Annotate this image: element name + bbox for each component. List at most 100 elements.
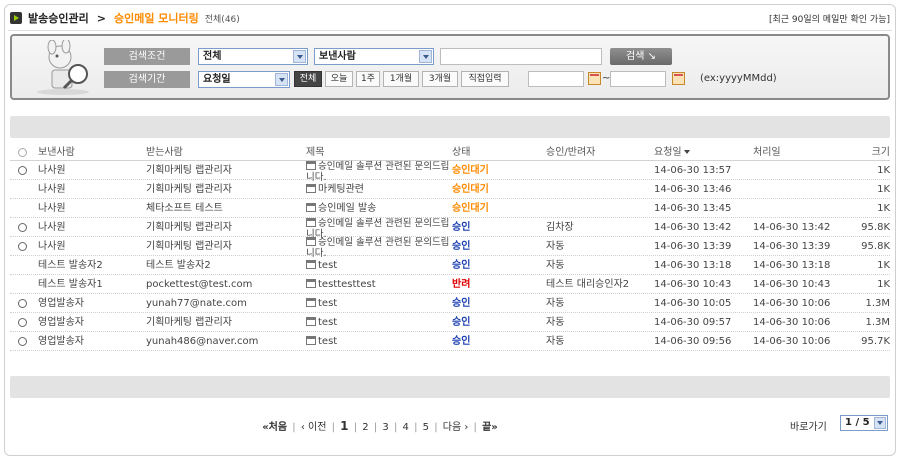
cell-size: 1K	[877, 279, 890, 290]
subject-link[interactable]: test	[318, 260, 337, 271]
subject-link[interactable]: test	[318, 336, 337, 347]
cell-processed: 14-06-30 13:42	[753, 222, 831, 233]
calendar-icon[interactable]	[672, 72, 685, 85]
total-count: 전체(46)	[204, 14, 240, 25]
period-button-1week[interactable]: 1주	[356, 71, 380, 87]
cell-processed: 14-06-30 10:06	[753, 336, 831, 347]
cell-approver	[546, 199, 656, 218]
period-button-custom[interactable]: 직접입력	[461, 71, 509, 87]
subject-link[interactable]: test	[318, 298, 337, 309]
cell-status: 승인	[452, 260, 471, 271]
cell-processed: 14-06-30 10:06	[753, 298, 831, 309]
calendar-icon[interactable]	[588, 72, 601, 85]
col-approver[interactable]: 승인/반려자	[546, 143, 656, 162]
period-button-today[interactable]: 오늘	[325, 71, 353, 87]
cell-requested: 14-06-30 13:45	[654, 203, 732, 214]
mail-doc-icon	[306, 218, 316, 227]
cell-size: 1K	[877, 184, 890, 195]
table-row[interactable]: 나사원 체타소프트 테스트 승인메일 발송 승인대기 14-06-30 13:45 1K	[10, 199, 890, 218]
cell-subject[interactable]: 승인메일 솔루션 관련된 문의드립니다.	[306, 218, 456, 240]
cell-subject[interactable]: test	[306, 256, 456, 275]
col-processed[interactable]: 처리일	[753, 143, 853, 162]
cell-to: 기획마케팅 랩관리자	[146, 165, 232, 176]
first-page-link[interactable]: «처음	[262, 422, 287, 433]
subject-link[interactable]: test	[318, 317, 337, 328]
table-row[interactable]: 영업발송자 yunah77@nate.com test 승인 자동 14-06-30 10…	[10, 294, 890, 313]
cell-status: 승인	[452, 336, 471, 347]
keyword-input[interactable]	[440, 48, 602, 65]
cell-size: 1K	[877, 165, 890, 176]
breadcrumb-separator: >	[96, 11, 106, 25]
col-to[interactable]: 받는사람	[146, 143, 306, 162]
cell-to: yunah486@naver.com	[146, 336, 259, 347]
cell-processed	[753, 180, 853, 199]
cell-from: 영업발송자	[38, 298, 84, 309]
cell-size: 1.3M	[865, 317, 890, 328]
cell-subject[interactable]: test	[306, 294, 456, 313]
col-size[interactable]: 크기	[840, 143, 890, 162]
scope-select[interactable]: 전체	[198, 48, 308, 65]
mail-doc-icon	[306, 279, 316, 288]
mail-doc-icon	[306, 237, 316, 246]
page-link-2[interactable]: 2	[362, 422, 368, 433]
cell-status: 승인	[452, 241, 471, 252]
cell-subject[interactable]: 승인메일 솔루션 관련된 문의드립니다.	[306, 161, 456, 183]
cell-status: 승인대기	[452, 203, 489, 214]
search-button[interactable]: 검색 ↘	[610, 48, 672, 65]
prev-page-link[interactable]: ‹ 이전	[301, 422, 327, 433]
table-row[interactable]: 나사원 기획마케팅 랩관리자 승인메일 솔루션 관련된 문의드립니다. 승인대기 14-…	[10, 161, 890, 183]
cell-subject[interactable]: test	[306, 313, 456, 332]
date-type-select[interactable]: 요청일	[198, 71, 290, 88]
chevron-down-icon	[419, 50, 432, 63]
table-row[interactable]: 나사원 기획마케팅 랩관리자 승인메일 솔루션 관련된 문의드립니다. 승인 김차장 14…	[10, 218, 890, 240]
page-link-4[interactable]: 4	[403, 422, 409, 433]
date-from-input[interactable]	[528, 71, 584, 87]
sort-desc-icon	[683, 150, 690, 154]
table-row[interactable]: 나사원 기획마케팅 랩관리자 마케팅관련 승인대기 14-06-30 13:46 1K	[10, 180, 890, 199]
cell-to: yunah77@nate.com	[146, 298, 247, 309]
date-to-input[interactable]	[610, 71, 666, 87]
subject-link[interactable]: testtesttest	[318, 279, 376, 290]
col-subject[interactable]: 제목	[306, 143, 456, 162]
col-requested[interactable]: 요청일	[654, 143, 754, 162]
cell-approver: 김차장	[546, 222, 574, 233]
cell-requested: 14-06-30 13:42	[654, 222, 732, 233]
field-select[interactable]: 보낸사람	[314, 48, 434, 65]
last-page-link[interactable]: 끝»	[482, 422, 498, 433]
cell-status: 승인대기	[452, 165, 489, 176]
search-panel: 검색조건 전체 보낸사람 검색 ↘ 검색기간 요청일 전체 오늘 1주 1개월 …	[10, 34, 890, 100]
table-row[interactable]: 테스트 발송자2 테스트 발송자2 test 승인 자동 14-06-30 13:18 14…	[10, 256, 890, 275]
goto-page-select[interactable]: 1 / 5	[840, 415, 888, 431]
page-link-1[interactable]: 1	[340, 419, 348, 433]
cell-subject[interactable]: test	[306, 332, 456, 351]
cell-to: 기획마케팅 랩관리자	[146, 222, 232, 233]
cell-subject[interactable]: 마케팅관련	[306, 180, 456, 199]
date-format-hint: (ex:yyyyMMdd)	[700, 73, 777, 84]
subject-link[interactable]: 마케팅관련	[318, 184, 364, 195]
table-row[interactable]: 영업발송자 yunah486@naver.com test 승인 자동 14-06-30 …	[10, 332, 890, 351]
cell-size: 1K	[877, 260, 890, 271]
table-row[interactable]: 테스트 발송자1 pockettest@test.com testtesttest 반…	[10, 275, 890, 294]
attachment-icon	[16, 240, 29, 253]
table-row[interactable]: 영업발송자 기획마케팅 랩관리자 test 승인 자동 14-06-30 09:57 14-…	[10, 313, 890, 332]
period-button-all[interactable]: 전체	[294, 71, 322, 87]
next-page-link[interactable]: 다음 ›	[443, 422, 469, 433]
cell-from: 영업발송자	[38, 317, 84, 328]
cell-from: 나사원	[38, 241, 66, 252]
col-status[interactable]: 상태	[452, 143, 542, 162]
cell-subject[interactable]: testtesttest	[306, 275, 456, 294]
retention-notice: [최근 90일의 메일만 확인 가능]	[769, 14, 890, 25]
table-row[interactable]: 나사원 기획마케팅 랩관리자 승인메일 솔루션 관련된 문의드립니다. 승인 자동 14-…	[10, 237, 890, 259]
subject-link[interactable]: 승인메일 발송	[318, 203, 376, 214]
page-link-5[interactable]: 5	[423, 422, 429, 433]
scope-select-value: 전체	[203, 51, 222, 62]
period-button-1month[interactable]: 1개월	[383, 71, 419, 87]
page-link-3[interactable]: 3	[382, 422, 388, 433]
period-button-3month[interactable]: 3개월	[422, 71, 458, 87]
cell-subject[interactable]: 승인메일 솔루션 관련된 문의드립니다.	[306, 237, 456, 259]
cell-size: 95.8K	[861, 222, 890, 233]
cell-subject[interactable]: 승인메일 발송	[306, 199, 456, 218]
condition-label: 검색조건	[104, 48, 190, 65]
col-from[interactable]: 보낸사람	[38, 143, 148, 162]
breadcrumb-menu[interactable]: 발송승인관리	[28, 10, 89, 26]
